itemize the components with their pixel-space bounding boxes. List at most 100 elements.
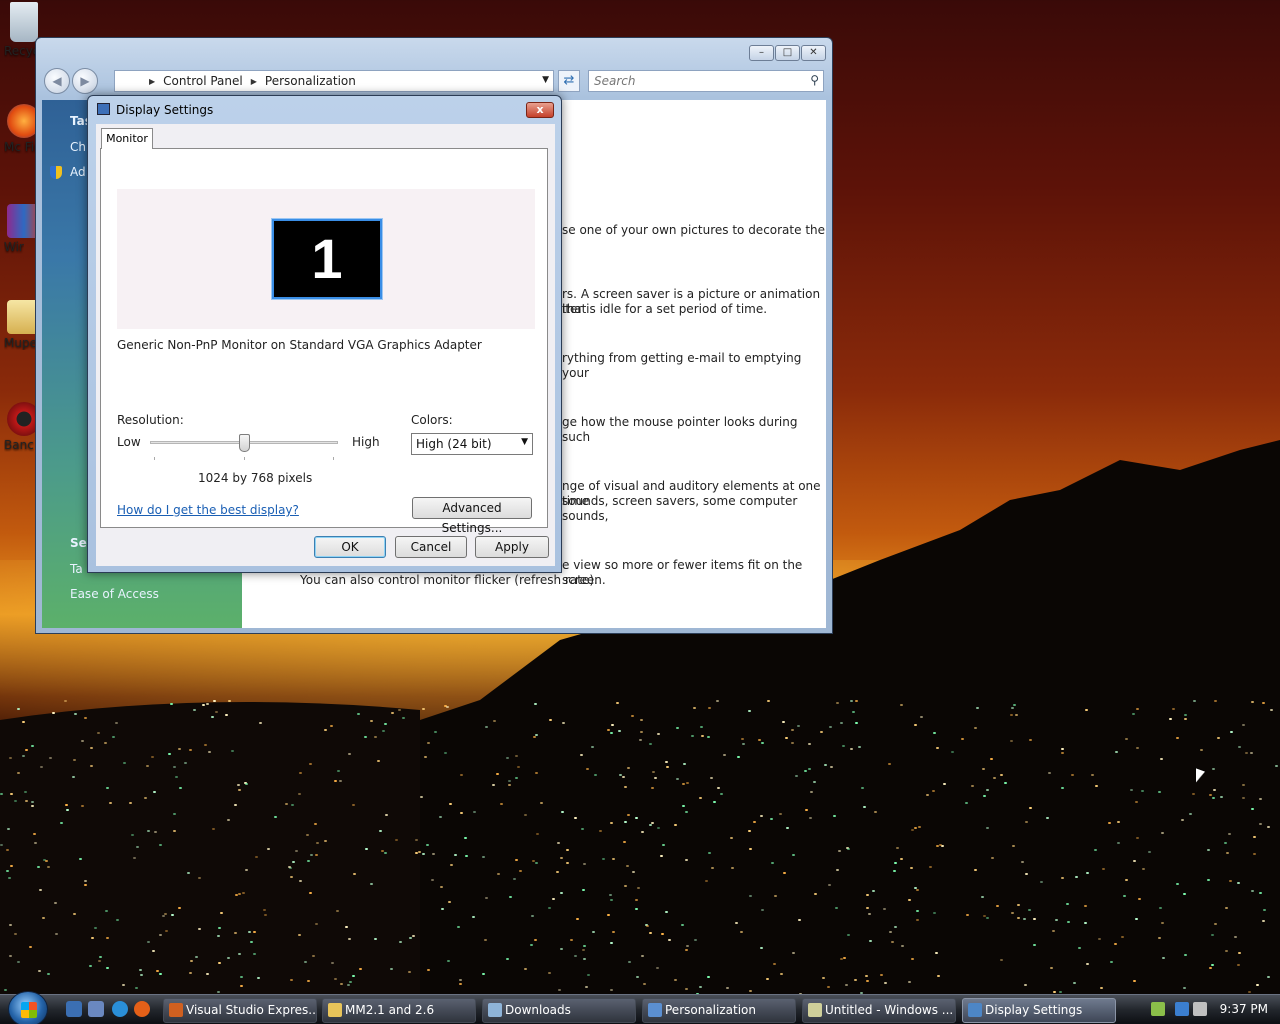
tab-monitor[interactable]: Monitor	[101, 128, 153, 149]
ease-of-access-link[interactable]: Ease of Access	[70, 587, 159, 601]
taskbar-button-movie-maker[interactable]: Untitled - Windows ...	[802, 998, 956, 1023]
city-light	[639, 739, 642, 741]
city-light	[1213, 789, 1216, 791]
search-icon[interactable]: ⚲	[810, 73, 819, 87]
city-light	[808, 768, 811, 770]
see-also-link[interactable]: Ta	[70, 562, 83, 576]
minimize-button[interactable]: –	[749, 45, 774, 61]
breadcrumb-control-panel[interactable]: Control Panel	[163, 74, 243, 88]
refresh-button[interactable]: ⇄	[558, 70, 580, 92]
desktop-icon-label: Wir	[4, 240, 24, 254]
city-light	[227, 819, 230, 821]
breadcrumb-personalization[interactable]: Personalization	[265, 74, 356, 88]
switch-windows-icon[interactable]	[88, 1001, 104, 1017]
city-light	[836, 702, 839, 704]
city-light	[1225, 907, 1228, 909]
city-light	[1061, 752, 1064, 754]
city-light	[533, 736, 536, 738]
city-light	[835, 907, 838, 909]
taskbar-button-personalization[interactable]: Personalization	[642, 998, 796, 1023]
city-light	[1125, 738, 1128, 740]
city-light	[359, 968, 362, 970]
safely-remove-icon[interactable]	[1151, 1002, 1165, 1016]
city-light	[415, 852, 418, 854]
back-button[interactable]: ◀	[44, 68, 70, 94]
city-light	[574, 817, 577, 819]
city-light	[99, 956, 102, 958]
clock[interactable]: 9:37 PM	[1220, 1002, 1268, 1016]
city-light	[910, 867, 913, 869]
city-light	[6, 870, 9, 872]
city-light	[159, 934, 162, 936]
city-light	[557, 842, 560, 844]
maximize-button[interactable]: □	[775, 45, 800, 61]
city-light	[908, 899, 911, 901]
resolution-slider-thumb[interactable]	[238, 434, 250, 452]
network-icon[interactable]	[1175, 1002, 1189, 1016]
city-light	[348, 938, 351, 940]
city-light	[1229, 880, 1232, 882]
city-light	[749, 895, 752, 897]
cancel-button[interactable]: Cancel	[395, 536, 467, 558]
show-desktop-icon[interactable]	[66, 1001, 82, 1017]
volume-muted-icon[interactable]	[1193, 1002, 1207, 1016]
city-light	[782, 721, 785, 723]
city-light	[47, 866, 50, 868]
close-button[interactable]: ✕	[801, 45, 826, 61]
left-task-link[interactable]: Ch	[70, 140, 86, 154]
city-light	[465, 855, 468, 857]
colors-select[interactable]: High (24 bit) ▼	[411, 433, 533, 455]
city-light	[1207, 849, 1210, 851]
start-button[interactable]	[8, 991, 48, 1024]
address-bar[interactable]: ▶ Control Panel ▶ Personalization ▼	[114, 70, 554, 92]
city-light	[911, 829, 914, 831]
city-light	[17, 708, 20, 710]
city-light	[827, 986, 830, 988]
city-light	[334, 978, 337, 980]
city-light	[1211, 934, 1214, 936]
close-button[interactable]: x	[526, 102, 554, 118]
taskbar-button-label: Untitled - Windows ...	[825, 1003, 954, 1017]
city-light	[1238, 952, 1241, 954]
taskbar-button-display-settings[interactable]: Display Settings	[962, 998, 1116, 1023]
city-light	[524, 968, 527, 970]
folder-icon	[328, 1003, 342, 1017]
shield-icon	[50, 166, 62, 179]
city-light	[408, 971, 411, 973]
city-light	[506, 958, 509, 960]
city-light	[175, 776, 178, 778]
taskbar-button-mm21[interactable]: MM2.1 and 2.6	[322, 998, 476, 1023]
advanced-settings-button[interactable]: Advanced Settings...	[412, 497, 532, 535]
city-light	[450, 864, 453, 866]
city-light	[1133, 860, 1136, 862]
city-light	[274, 816, 277, 818]
city-light	[609, 894, 612, 896]
city-light	[983, 915, 986, 917]
city-light	[635, 899, 638, 901]
city-light	[238, 789, 241, 791]
left-task-link[interactable]: Ad	[70, 165, 86, 179]
taskbar-button-visual-studio[interactable]: Visual Studio Expres...	[163, 998, 317, 1023]
monitor-1-tile[interactable]: 1	[271, 218, 383, 300]
firefox-icon[interactable]	[134, 1001, 150, 1017]
forward-button[interactable]: ▶	[72, 68, 98, 94]
city-light	[1136, 708, 1139, 710]
apply-button[interactable]: Apply	[475, 536, 549, 558]
taskbar-button-downloads[interactable]: Downloads	[482, 998, 636, 1023]
city-light	[616, 702, 619, 704]
search-input[interactable]: Search ⚲	[588, 70, 824, 92]
city-light	[72, 776, 75, 778]
ok-button[interactable]: OK	[314, 536, 386, 558]
city-light	[730, 837, 733, 839]
city-light	[493, 720, 496, 722]
taskbar: Visual Studio Expres... MM2.1 and 2.6 Do…	[0, 991, 1280, 1024]
city-light	[552, 898, 555, 900]
city-light	[238, 893, 241, 895]
help-link[interactable]: How do I get the best display?	[117, 503, 299, 517]
city-light	[591, 746, 594, 748]
city-light	[779, 813, 782, 815]
city-light	[929, 866, 932, 868]
city-light	[14, 800, 17, 802]
chevron-down-icon[interactable]: ▼	[542, 75, 549, 85]
internet-explorer-icon[interactable]	[112, 1001, 128, 1017]
